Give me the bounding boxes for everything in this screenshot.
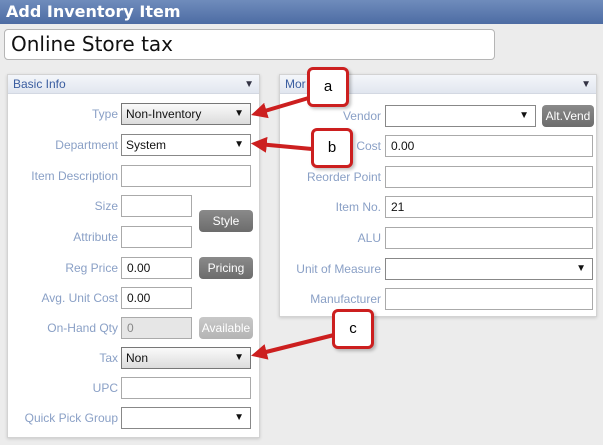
callout-a-arrow — [251, 95, 313, 119]
callout-b: b — [311, 128, 353, 168]
callout-c-arrow — [251, 333, 335, 360]
callout-b-arrow — [250, 136, 313, 153]
annotation-arrows — [250, 95, 335, 360]
callout-c: c — [332, 309, 374, 349]
callout-a: a — [307, 67, 349, 107]
